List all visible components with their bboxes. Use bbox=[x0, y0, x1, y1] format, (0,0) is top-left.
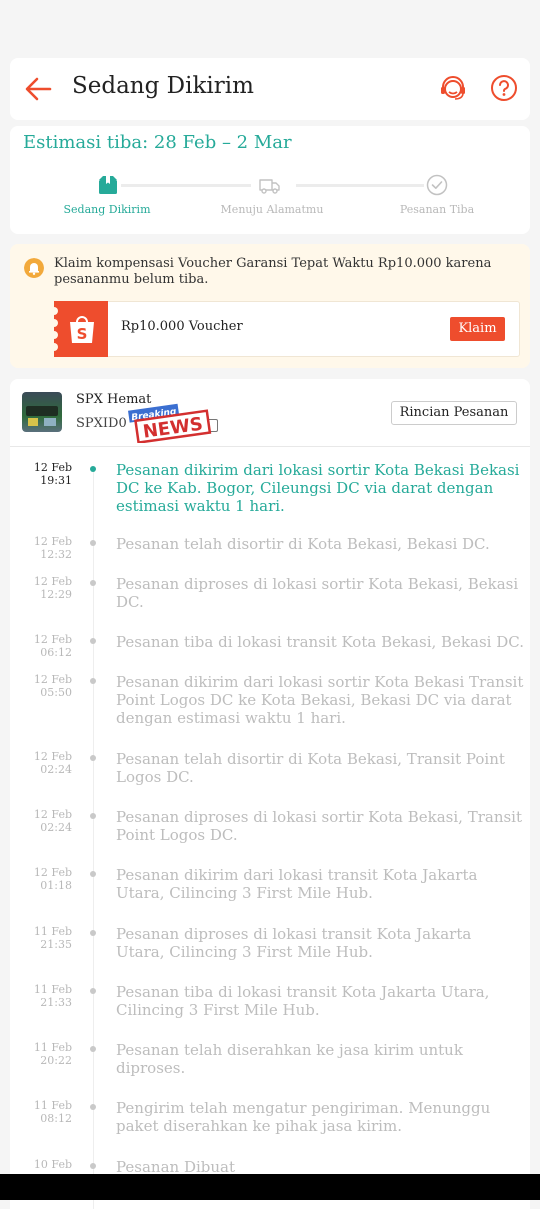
truck-icon bbox=[259, 179, 280, 194]
estimated-arrival: Estimasi tiba: 28 Feb – 2 Mar bbox=[23, 132, 292, 153]
event-date: 12 Feb bbox=[33, 575, 72, 588]
event-timestamp: 12 Feb 12:32 bbox=[10, 535, 72, 561]
event-time: 21:33 bbox=[40, 996, 72, 1009]
event-timestamp: 10 Feb bbox=[10, 1158, 72, 1171]
courier-thumbnail bbox=[22, 392, 62, 432]
top-app-bar: Sedang Dikirim bbox=[10, 58, 530, 120]
bell-icon bbox=[24, 258, 44, 278]
package-icon bbox=[99, 176, 117, 194]
page-title: Sedang Dikirim bbox=[72, 73, 254, 99]
divider bbox=[10, 446, 530, 447]
shopee-bag-icon: S bbox=[50, 301, 108, 357]
event-date: 11 Feb bbox=[33, 925, 72, 938]
timeline-dot bbox=[90, 540, 96, 546]
event-date: 12 Feb bbox=[33, 535, 72, 548]
claim-button[interactable]: Klaim bbox=[450, 317, 505, 341]
timeline-dot bbox=[90, 988, 96, 994]
event-description: Pesanan diproses di lokasi transit Kota … bbox=[116, 925, 472, 961]
timeline-dot bbox=[90, 930, 96, 936]
delivery-status-card: Estimasi tiba: 28 Feb – 2 Mar Sedang Dik… bbox=[10, 126, 530, 234]
event-date: 12 Feb bbox=[33, 866, 72, 879]
step-label-on-the-way: Menuju Alamatmu bbox=[220, 203, 324, 216]
event-timestamp: 12 Feb 02:24 bbox=[10, 750, 72, 776]
event-description: Pesanan dikirim dari lokasi sortir Kota … bbox=[116, 673, 524, 727]
event-date: 12 Feb bbox=[33, 633, 72, 646]
event-time: 20:22 bbox=[40, 1054, 72, 1067]
timeline-dot bbox=[90, 871, 96, 877]
step-label-shipping: Sedang Dikirim bbox=[63, 203, 151, 216]
voucher-message: Klaim kompensasi Voucher Garansi Tepat W… bbox=[54, 256, 492, 287]
timeline-dot bbox=[90, 813, 96, 819]
event-time: 05:50 bbox=[40, 686, 72, 699]
event-date: 11 Feb bbox=[33, 1041, 72, 1054]
timeline-dot bbox=[90, 1046, 96, 1052]
event-time: 21:35 bbox=[40, 938, 72, 951]
event-time: 02:24 bbox=[40, 821, 72, 834]
shipment-card: SPX Hemat SPXID0 Breaking NEWS Rincian P… bbox=[10, 379, 530, 1209]
event-date: 12 Feb bbox=[33, 461, 72, 474]
event-time: 01:18 bbox=[40, 879, 72, 892]
event-date: 11 Feb bbox=[33, 983, 72, 996]
event-description: Pesanan diproses di lokasi sortir Kota B… bbox=[116, 575, 519, 611]
event-description: Pesanan telah disortir di Kota Bekasi, T… bbox=[116, 750, 505, 786]
event-time: 12:32 bbox=[40, 548, 72, 561]
tracking-number: SPXID0 bbox=[76, 416, 127, 431]
help-icon[interactable] bbox=[490, 74, 518, 102]
stepper-connector bbox=[121, 184, 251, 187]
event-description: Pengirim telah mengatur pengiriman. Menu… bbox=[116, 1099, 491, 1135]
timeline-dot bbox=[90, 638, 96, 644]
event-timestamp: 11 Feb 08:12 bbox=[10, 1099, 72, 1125]
event-timestamp: 11 Feb 21:33 bbox=[10, 983, 72, 1009]
voucher-ticket[interactable]: S Rp10.000 Voucher Klaim bbox=[50, 301, 520, 357]
timeline-dot bbox=[90, 580, 96, 586]
system-navigation-bar bbox=[0, 1174, 540, 1200]
event-description: Pesanan dikirim dari lokasi sortir Kota … bbox=[116, 461, 520, 515]
event-timestamp: 11 Feb 21:35 bbox=[10, 925, 72, 951]
event-timestamp: 11 Feb 20:22 bbox=[10, 1041, 72, 1067]
customer-service-icon[interactable] bbox=[438, 74, 468, 104]
event-timestamp: 12 Feb 12:29 bbox=[10, 575, 72, 601]
event-description: Pesanan telah diserahkan ke jasa kirim u… bbox=[116, 1041, 463, 1077]
timeline-dot bbox=[90, 678, 96, 684]
svg-text:S: S bbox=[77, 325, 88, 343]
event-time: 19:31 bbox=[40, 474, 72, 487]
event-date: 12 Feb bbox=[33, 750, 72, 763]
check-circle-icon bbox=[426, 174, 448, 196]
timeline-dot bbox=[90, 1104, 96, 1110]
voucher-compensation-card: Klaim kompensasi Voucher Garansi Tepat W… bbox=[10, 244, 530, 368]
event-time: 06:12 bbox=[40, 646, 72, 659]
event-timestamp: 12 Feb 19:31 bbox=[10, 461, 72, 487]
event-date: 12 Feb bbox=[33, 673, 72, 686]
timeline-dot bbox=[90, 1163, 96, 1169]
timeline-dot bbox=[90, 755, 96, 761]
event-date: 12 Feb bbox=[33, 808, 72, 821]
event-timestamp: 12 Feb 05:50 bbox=[10, 673, 72, 699]
event-date: 10 Feb bbox=[33, 1158, 72, 1171]
stepper-connector bbox=[296, 184, 424, 187]
event-description: Pesanan tiba di lokasi transit Kota Beka… bbox=[116, 633, 524, 651]
event-time: 02:24 bbox=[40, 763, 72, 776]
event-date: 11 Feb bbox=[33, 1099, 72, 1112]
step-label-arrived: Pesanan Tiba bbox=[399, 203, 475, 216]
event-time: 08:12 bbox=[40, 1112, 72, 1125]
event-timestamp: 12 Feb 01:18 bbox=[10, 866, 72, 892]
event-timestamp: 12 Feb 02:24 bbox=[10, 808, 72, 834]
event-description: Pesanan dikirim dari lokasi transit Kota… bbox=[116, 866, 478, 902]
order-details-button[interactable]: Rincian Pesanan bbox=[391, 401, 517, 425]
event-description: Pesanan tiba di lokasi transit Kota Jaka… bbox=[116, 983, 490, 1019]
event-description: Pesanan diproses di lokasi sortir Kota B… bbox=[116, 808, 523, 844]
back-arrow-icon[interactable] bbox=[24, 75, 52, 103]
event-description: Pesanan telah disortir di Kota Bekasi, B… bbox=[116, 535, 490, 553]
breaking-news-sticker: Breaking NEWS bbox=[128, 403, 212, 443]
voucher-amount: Rp10.000 Voucher bbox=[121, 319, 243, 334]
event-time: 12:29 bbox=[40, 588, 72, 601]
event-timestamp: 12 Feb 06:12 bbox=[10, 633, 72, 659]
timeline-dot bbox=[90, 466, 96, 472]
